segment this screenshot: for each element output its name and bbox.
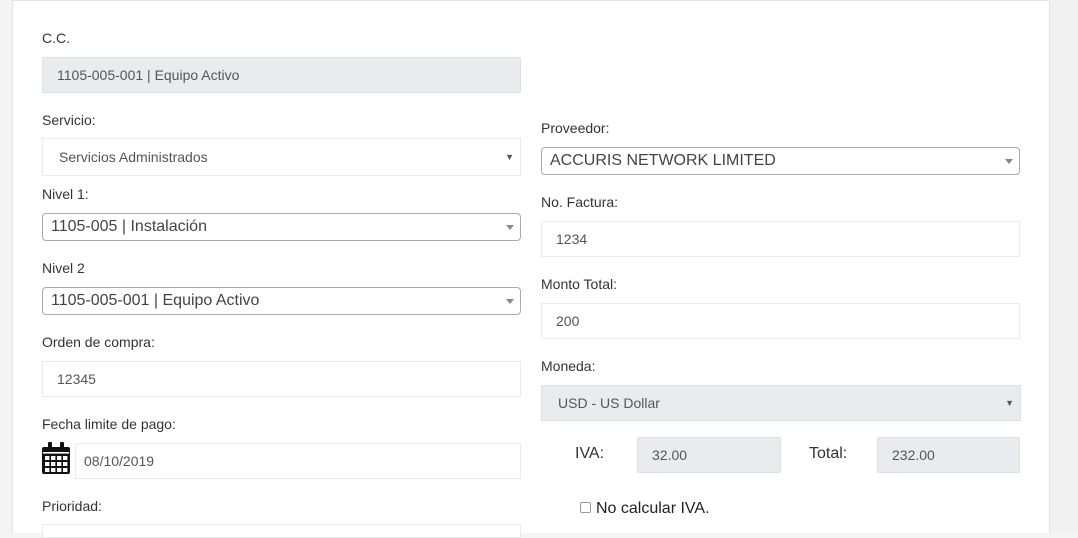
proveedor-label: Proveedor: [541,120,610,136]
iva-label: IVA: [575,445,605,462]
orden-compra-label: Orden de compra: [42,334,155,350]
factura-label: No. Factura: [541,194,619,210]
factura-value: 1234 [556,231,588,247]
monto-total-input[interactable]: 200 [541,303,1020,339]
servicio-label: Servicio: [42,112,96,128]
nivel1-select[interactable]: 1105-005 | Instalación [42,213,521,241]
prioridad-select[interactable] [42,524,521,538]
nivel2-select[interactable]: 1105-005-001 | Equipo Activo [42,287,521,315]
nivel1-label: Nivel 1: [42,186,89,202]
chevron-down-icon [506,225,514,230]
monto-total-label: Monto Total: [541,276,618,292]
cc-field: 1105-005-001 | Equipo Activo [42,57,521,93]
orden-compra-input[interactable]: 12345 [42,361,521,397]
cc-label: C.C. [42,30,70,46]
nivel1-value: 1105-005 | Instalación [51,218,207,235]
proveedor-value: ACCURIS NETWORK LIMITED [550,152,776,169]
calendar-icon[interactable] [42,442,70,474]
orden-compra-value: 12345 [57,371,96,387]
iva-value: 32.00 [652,447,688,463]
nivel2-value: 1105-005-001 | Equipo Activo [51,292,260,309]
fecha-limite-input[interactable]: 08/10/2019 [75,443,521,479]
moneda-select[interactable]: USD - US Dollar ▼ [541,385,1021,421]
factura-input[interactable]: 1234 [541,221,1020,257]
fecha-limite-value: 08/10/2019 [84,453,155,469]
chevron-down-icon [506,299,514,304]
total-label: Total: [809,445,848,462]
no-calcular-iva-checkbox[interactable] [580,502,591,513]
no-calcular-iva-label: No calcular IVA. [596,500,710,517]
moneda-value: USD - US Dollar [558,395,660,411]
nivel2-label: Nivel 2 [42,260,85,276]
servicio-value: Servicios Administrados [59,149,208,165]
servicio-select[interactable]: Servicios Administrados ▼ [42,138,521,176]
page-scrollbar[interactable] [1050,0,1078,533]
proveedor-select[interactable]: ACCURIS NETWORK LIMITED [541,147,1020,175]
chevron-down-icon: ▼ [1005,398,1014,408]
prioridad-label: Prioridad: [42,498,102,514]
chevron-down-icon [1005,159,1013,164]
moneda-label: Moneda: [541,358,596,374]
cc-value: 1105-005-001 | Equipo Activo [57,67,240,83]
fecha-limite-label: Fecha limite de pago: [42,416,176,432]
total-value: 232.00 [892,447,935,463]
monto-total-value: 200 [556,313,580,329]
total-field: 232.00 [877,437,1020,473]
chevron-down-icon: ▼ [505,152,514,162]
iva-field: 32.00 [637,437,781,473]
